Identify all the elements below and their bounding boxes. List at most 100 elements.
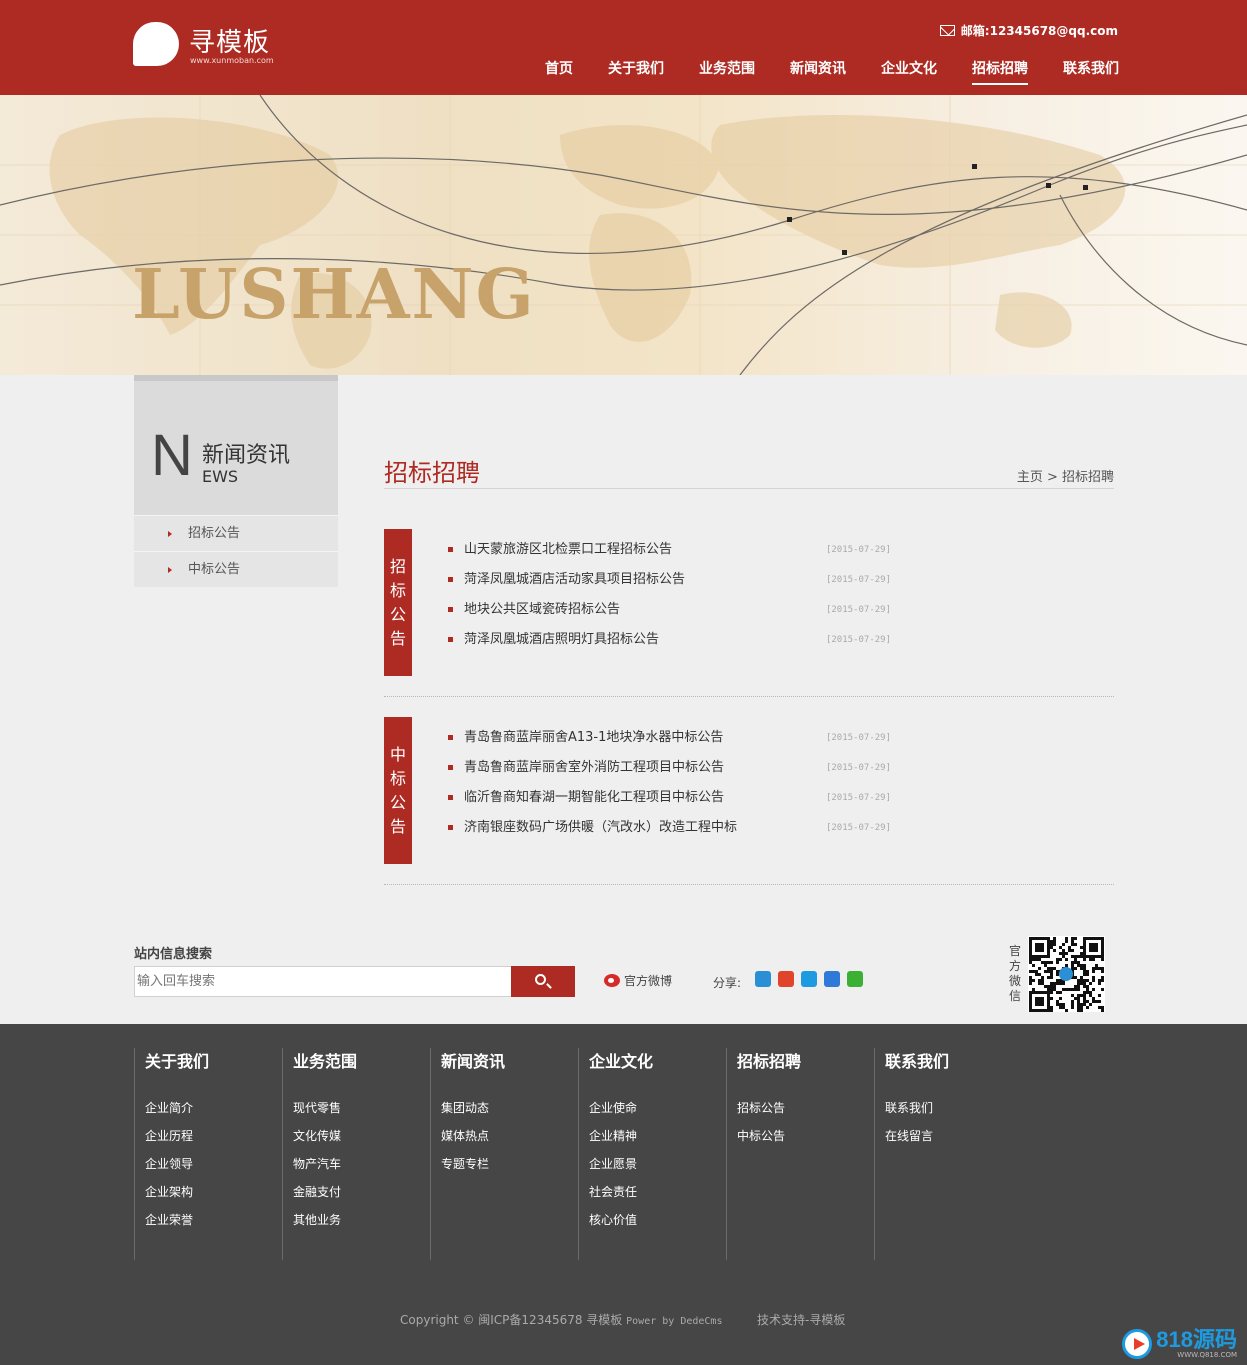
share-wechat-icon[interactable] [847, 971, 863, 987]
hero-banner: LUSHANG [0, 95, 1247, 375]
sidebar: N 新闻资讯 EWS 招标公告 中标公告 [134, 375, 338, 587]
list-item[interactable]: 青岛鲁商蓝岸丽舍室外消防工程项目中标公告 [2015-07-29] [446, 753, 891, 783]
footer-link[interactable]: 企业架构 [145, 1178, 282, 1206]
section-label: 招 标 公 告 [384, 529, 412, 676]
footer-link[interactable]: 现代零售 [293, 1094, 430, 1122]
footer-link[interactable]: 联系我们 [885, 1094, 1022, 1122]
watermark-text: 818源码 [1156, 1327, 1237, 1352]
footer-link[interactable]: 社会责任 [589, 1178, 726, 1206]
title-divider [384, 488, 1114, 489]
list-item-date: [2015-07-29] [825, 545, 891, 555]
footer-link[interactable]: 集团动态 [441, 1094, 578, 1122]
section-label-char: 公 [389, 793, 406, 812]
share-tencent-icon[interactable] [801, 971, 817, 987]
nav-culture[interactable]: 企业文化 [881, 58, 937, 85]
section-label-char: 标 [389, 769, 406, 788]
breadcrumb[interactable]: 主页 > 招标招聘 [1017, 466, 1114, 485]
list-item-title[interactable]: 青岛鲁商蓝岸丽舍A13-1地块净水器中标公告 [446, 723, 723, 753]
list-item-title[interactable]: 临沂鲁商知春湖一期智能化工程项目中标公告 [446, 783, 724, 813]
footer-column-news: 新闻资讯 集团动态 媒体热点 专题专栏 [430, 1048, 578, 1260]
footer-column-title[interactable]: 关于我们 [145, 1048, 282, 1072]
footer-column-title[interactable]: 联系我们 [885, 1048, 1022, 1072]
nav-contact[interactable]: 联系我们 [1063, 58, 1119, 85]
search-icon [535, 974, 546, 985]
footer-link[interactable]: 企业简介 [145, 1094, 282, 1122]
main-nav: 首页 关于我们 业务范围 新闻资讯 企业文化 招标招聘 联系我们 [510, 58, 1119, 85]
footer-link[interactable]: 文化传媒 [293, 1122, 430, 1150]
site-logo[interactable]: 寻模板 www.xunmoban.com [133, 20, 293, 70]
nav-home[interactable]: 首页 [545, 58, 573, 85]
footer-column-tender: 招标招聘 招标公告 中标公告 [726, 1048, 874, 1260]
share-renren-icon[interactable] [824, 971, 840, 987]
footer-link[interactable]: 中标公告 [737, 1122, 874, 1150]
list-item-title[interactable]: 菏泽凤凰城酒店照明灯具招标公告 [446, 625, 659, 655]
list-item[interactable]: 地块公共区域瓷砖招标公告 [2015-07-29] [446, 595, 891, 625]
list-item-title[interactable]: 青岛鲁商蓝岸丽舍室外消防工程项目中标公告 [446, 753, 724, 783]
footer-link[interactable]: 企业使命 [589, 1094, 726, 1122]
footer-link[interactable]: 媒体热点 [441, 1122, 578, 1150]
list-item-title[interactable]: 山天蒙旅游区北检票口工程招标公告 [446, 535, 672, 565]
footer-column-title[interactable]: 招标招聘 [737, 1048, 874, 1072]
header-email: 邮箱:12345678@qq.com [939, 22, 1118, 39]
sidebar-item-award[interactable]: 中标公告 [134, 551, 338, 587]
watermark-url: WWW.Q818.COM [1177, 1351, 1237, 1359]
nav-business[interactable]: 业务范围 [699, 58, 755, 85]
footer-link[interactable]: 其他业务 [293, 1206, 430, 1234]
share-weibo-icon[interactable] [778, 971, 794, 987]
footer-link[interactable]: 企业领导 [145, 1150, 282, 1178]
nav-tender[interactable]: 招标招聘 [972, 58, 1028, 85]
footer-link[interactable]: 企业愿景 [589, 1150, 726, 1178]
nav-about[interactable]: 关于我们 [608, 58, 664, 85]
footer-link[interactable]: 金融支付 [293, 1178, 430, 1206]
nav-news[interactable]: 新闻资讯 [790, 58, 846, 85]
play-logo-icon [1122, 1329, 1153, 1359]
footer-link[interactable]: 核心价值 [589, 1206, 726, 1234]
footer-link[interactable]: 专题专栏 [441, 1150, 578, 1178]
watermark: 818源码 WWW.Q818.COM [1122, 1329, 1237, 1359]
footer-link[interactable]: 在线留言 [885, 1122, 1022, 1150]
list-item-title[interactable]: 济南银座数码广场供暖（汽改水）改造工程中标 [446, 813, 737, 843]
banner-brand-word: LUSHANG [132, 255, 536, 335]
footer-link[interactable]: 企业精神 [589, 1122, 726, 1150]
footer-column-title[interactable]: 企业文化 [589, 1048, 726, 1072]
weibo-link[interactable]: 官方微博 [604, 972, 672, 989]
site-header: 寻模板 www.xunmoban.com 邮箱:12345678@qq.com … [0, 0, 1247, 95]
search-label: 站内信息搜索 [134, 947, 213, 962]
list-item[interactable]: 济南银座数码广场供暖（汽改水）改造工程中标 [2015-07-29] [446, 813, 891, 843]
list-item-date: [2015-07-29] [825, 763, 891, 773]
weibo-label: 官方微博 [624, 974, 673, 988]
list-item[interactable]: 山天蒙旅游区北检票口工程招标公告 [2015-07-29] [446, 535, 891, 565]
footer-link[interactable]: 招标公告 [737, 1094, 874, 1122]
site-footer: 关于我们 企业简介 企业历程 企业领导 企业架构 企业荣誉 业务范围 现代零售 … [0, 1024, 1247, 1365]
footer-link[interactable]: 企业荣誉 [145, 1206, 282, 1234]
logo-mark-icon [133, 22, 179, 66]
list-item-title[interactable]: 地块公共区域瓷砖招标公告 [446, 595, 620, 625]
list-item-date: [2015-07-29] [825, 793, 891, 803]
sidebar-item-tender[interactable]: 招标公告 [134, 515, 338, 551]
footer-link[interactable]: 物产汽车 [293, 1150, 430, 1178]
footer-column-title[interactable]: 新闻资讯 [441, 1048, 578, 1072]
list-item[interactable]: 临沂鲁商知春湖一期智能化工程项目中标公告 [2015-07-29] [446, 783, 891, 813]
share-label: 分享: [713, 976, 742, 990]
footer-column-business: 业务范围 现代零售 文化传媒 物产汽车 金融支付 其他业务 [282, 1048, 430, 1260]
share-qzone-icon[interactable] [755, 971, 771, 987]
search-input[interactable] [134, 966, 512, 997]
qr-label: 官方微信 [1008, 944, 1021, 1003]
sidebar-letter: N [151, 423, 193, 488]
sidebar-header: N 新闻资讯 EWS [134, 375, 338, 515]
list-item-date: [2015-07-29] [825, 605, 891, 615]
tech-support[interactable]: 技术支持-寻模板 [757, 1311, 845, 1328]
page-title: 招标招聘 [384, 459, 480, 487]
footer-link[interactable]: 企业历程 [145, 1122, 282, 1150]
list-item[interactable]: 青岛鲁商蓝岸丽舍A13-1地块净水器中标公告 [2015-07-29] [446, 723, 891, 753]
section-divider [384, 696, 1114, 697]
list-item[interactable]: 菏泽凤凰城酒店照明灯具招标公告 [2015-07-29] [446, 625, 891, 655]
footer-column-title[interactable]: 业务范围 [293, 1048, 430, 1072]
list-item-date: [2015-07-29] [825, 823, 891, 833]
section-label-char: 告 [389, 817, 406, 836]
search-button[interactable] [511, 966, 575, 997]
list-item-date: [2015-07-29] [825, 575, 891, 585]
wechat-qr-code [1028, 936, 1105, 1012]
list-item-title[interactable]: 菏泽凤凰城酒店活动家具项目招标公告 [446, 565, 685, 595]
list-item[interactable]: 菏泽凤凰城酒店活动家具项目招标公告 [2015-07-29] [446, 565, 891, 595]
